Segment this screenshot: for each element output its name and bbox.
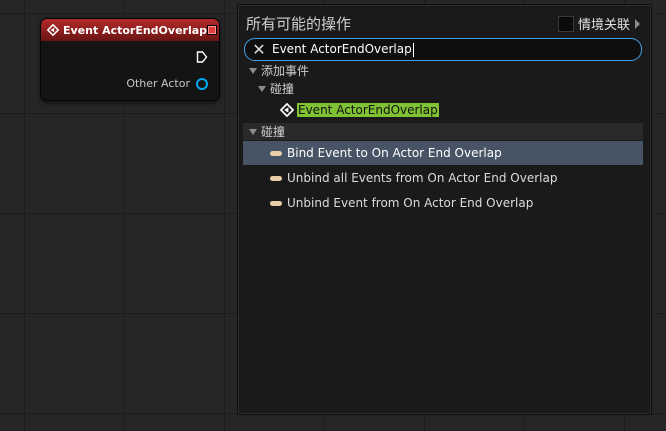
clear-search-icon[interactable]: ✕ — [250, 39, 268, 60]
collapse-arrow-icon[interactable] — [249, 128, 257, 135]
event-diamond-icon — [47, 24, 59, 36]
context-sensitive-toggle[interactable]: 情境关联 — [557, 14, 640, 33]
expand-arrow-icon[interactable] — [635, 18, 640, 29]
action-item-unbind-all[interactable]: Unbind all Events from On Actor End Over… — [243, 166, 643, 190]
event-node[interactable]: Event ActorEndOverlap Other Actor — [40, 18, 220, 101]
tree-subcategory-collision[interactable]: 碰撞 — [243, 81, 643, 96]
exec-output-pin-icon[interactable] — [196, 51, 208, 63]
action-menu: 所有可能的操作 情境关联 ✕ Event ActorEndOverlap 添加事… — [238, 5, 651, 414]
category-label: 碰撞 — [270, 82, 295, 96]
delegate-pill-icon — [270, 200, 282, 206]
category-label: 添加事件 — [261, 64, 310, 78]
action-item-bind-event[interactable]: Bind Event to On Actor End Overlap — [243, 141, 643, 165]
collapse-arrow-icon[interactable] — [258, 85, 266, 92]
action-label: Unbind Event from On Actor End Overlap — [287, 196, 534, 210]
delegate-pin-icon[interactable] — [207, 25, 218, 35]
node-title: Event ActorEndOverlap — [63, 23, 208, 37]
context-sensitive-label: 情境关联 — [577, 18, 630, 33]
tree-category-collision[interactable]: 碰撞 — [243, 123, 643, 140]
search-value[interactable]: Event ActorEndOverlap — [272, 42, 414, 57]
search-input[interactable]: ✕ Event ActorEndOverlap — [244, 38, 642, 61]
delegate-pill-icon — [270, 175, 282, 181]
tree-category-add-event[interactable]: 添加事件 — [243, 63, 643, 78]
category-label: 碰撞 — [261, 125, 286, 139]
other-actor-pin-icon[interactable] — [196, 78, 208, 90]
tree-item-event[interactable]: Event ActorEndOverlap — [243, 100, 643, 120]
text-caret — [412, 42, 414, 57]
menu-title: 所有可能的操作 — [246, 15, 352, 33]
action-item-unbind-event[interactable]: Unbind Event from On Actor End Overlap — [243, 191, 643, 215]
other-actor-label: Other Actor — [126, 77, 190, 90]
action-label: Bind Event to On Actor End Overlap — [287, 146, 502, 160]
action-label: Unbind all Events from On Actor End Over… — [287, 171, 558, 185]
event-diamond-icon — [280, 103, 294, 117]
delegate-pill-icon — [270, 150, 282, 156]
event-item-label: Event ActorEndOverlap — [297, 103, 439, 117]
context-sensitive-checkbox[interactable] — [557, 15, 574, 32]
collapse-arrow-icon[interactable] — [249, 67, 257, 74]
node-header[interactable]: Event ActorEndOverlap — [41, 19, 219, 41]
